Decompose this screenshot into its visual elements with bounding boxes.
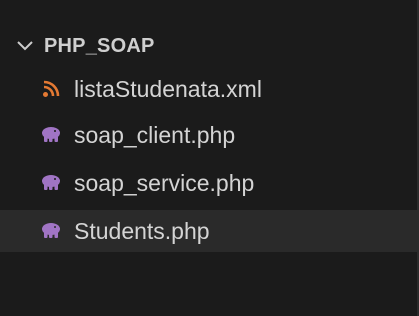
file-item-listastudenata-xml[interactable]: listaStudenata.xml xyxy=(0,68,417,110)
file-name: Students.php xyxy=(74,217,210,244)
php-elephant-icon xyxy=(40,124,62,146)
file-item-students-php[interactable]: Students.php xyxy=(0,210,417,252)
file-item-soap-client-php[interactable]: soap_client.php xyxy=(0,114,417,156)
folder-header-php-soap[interactable]: PHP_SOAP xyxy=(0,26,417,66)
php-elephant-icon xyxy=(40,172,62,194)
php-elephant-icon xyxy=(40,220,62,242)
file-name: listaStudenata.xml xyxy=(74,75,262,102)
chevron-down-icon[interactable] xyxy=(14,35,36,57)
file-name: soap_service.php xyxy=(74,169,255,196)
file-name: soap_client.php xyxy=(74,121,236,148)
file-explorer-panel: PHP_SOAP listaStudenata.xml soap_client.… xyxy=(0,0,419,316)
folder-name: PHP_SOAP xyxy=(44,34,155,57)
rss-icon xyxy=(40,78,62,100)
file-item-soap-service-php[interactable]: soap_service.php xyxy=(0,162,417,204)
